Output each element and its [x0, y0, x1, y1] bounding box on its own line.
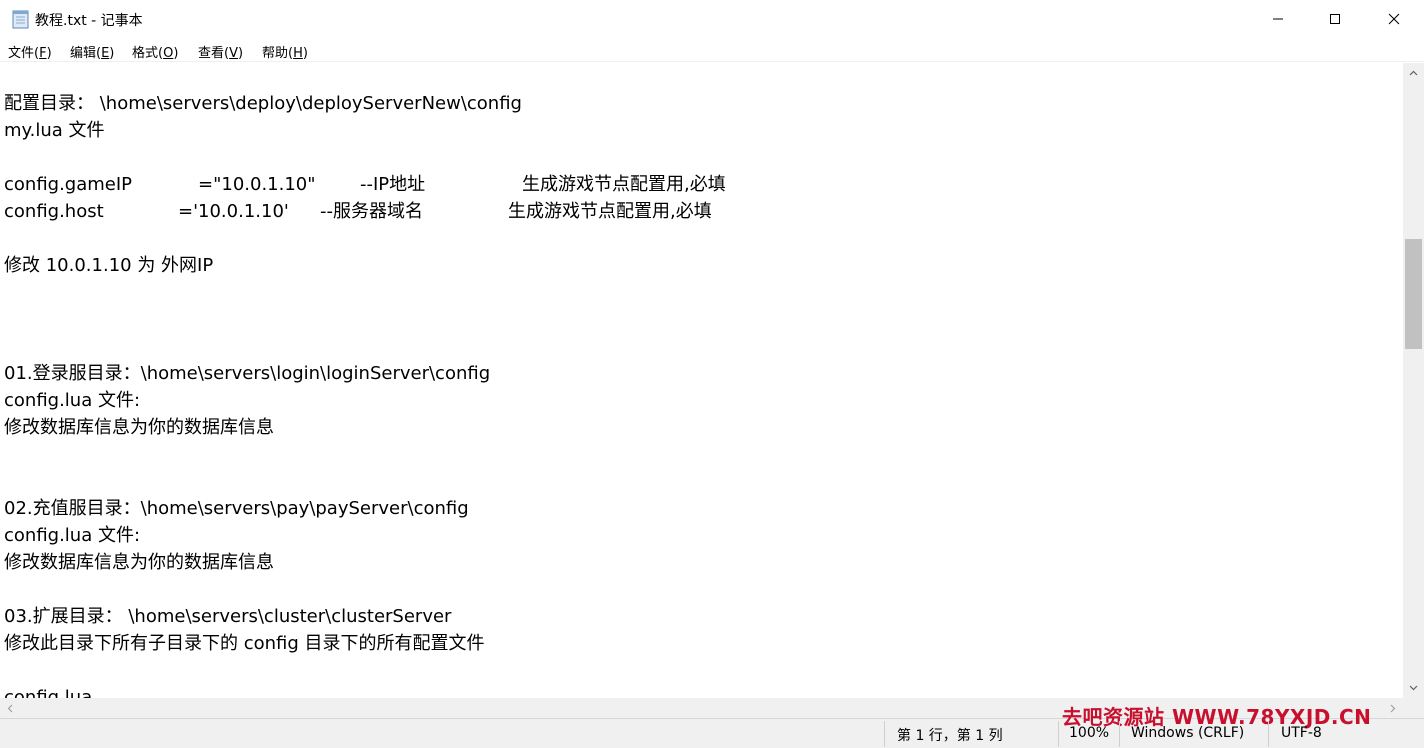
- menu-suffix: ): [109, 46, 115, 61]
- doc-line: 修改 10.0.1.10 为 外网IP: [4, 255, 214, 276]
- menu-accel: O: [163, 46, 174, 61]
- doc-text: ="10.0.1.10": [198, 174, 316, 195]
- doc-text: ='10.0.1.10': [178, 201, 289, 222]
- doc-line: 修改数据库信息为你的数据库信息: [4, 552, 274, 573]
- status-bar: 去吧资源站 WWW.78YXJD.CN 第 1 行，第 1 列 100% Win…: [0, 705, 1424, 748]
- doc-text: config.host: [4, 201, 104, 222]
- doc-line: my.lua 文件: [4, 120, 105, 141]
- scrollbar-corner: [1403, 698, 1424, 718]
- line-ending: Windows (CRLF): [1131, 725, 1245, 741]
- doc-text: 生成游戏节点配置用,必填: [508, 201, 712, 222]
- doc-line: config.lua 文件:: [4, 390, 141, 411]
- notepad-icon: [12, 9, 30, 29]
- menu-suffix: ): [302, 46, 308, 61]
- menu-edit[interactable]: 编辑(E): [70, 42, 114, 61]
- menu-label: 文件(: [8, 46, 40, 61]
- maximize-icon: [1330, 14, 1340, 24]
- encoding: UTF-8: [1281, 725, 1322, 741]
- menu-suffix: ): [237, 46, 244, 61]
- chevron-up-icon: [1409, 70, 1418, 76]
- scroll-down-button[interactable]: [1403, 678, 1424, 698]
- text-editor[interactable]: 配置目录： \home\servers\deploy\deployServerN…: [0, 63, 1403, 698]
- status-separator: [1058, 721, 1059, 747]
- close-icon: [1388, 13, 1400, 25]
- minimize-button[interactable]: [1249, 0, 1307, 38]
- chevron-left-icon: [7, 704, 13, 712]
- menu-label: 格式(: [132, 46, 164, 61]
- menu-view[interactable]: 查看(V): [198, 42, 243, 61]
- menu-bar: 文件(F) 编辑(E) 格式(O) 查看(V) 帮助(H): [0, 38, 1424, 62]
- close-button[interactable]: [1364, 0, 1424, 38]
- status-separator: [1119, 721, 1120, 747]
- doc-text: --服务器域名: [320, 201, 423, 222]
- menu-accel: H: [293, 46, 303, 61]
- menu-label: 帮助(: [262, 46, 294, 61]
- scroll-up-button[interactable]: [1403, 63, 1424, 83]
- doc-text: config.gameIP: [4, 174, 133, 195]
- menu-label: 查看(: [198, 46, 230, 61]
- doc-line: 配置目录： \home\servers\deploy\deployServerN…: [4, 93, 522, 114]
- doc-line-host: config.host ='10.0.1.10' --服务器域名 生成游戏节点配置用,…: [4, 198, 712, 225]
- menu-suffix: ): [46, 46, 52, 61]
- minimize-icon: [1273, 18, 1283, 20]
- maximize-button[interactable]: [1306, 0, 1364, 38]
- cursor-position: 第 1 行，第 1 列: [897, 728, 1003, 744]
- zoom-level: 100%: [1069, 725, 1110, 741]
- menu-suffix: ): [173, 46, 179, 61]
- menu-file[interactable]: 文件(F): [8, 42, 52, 61]
- doc-text: --IP地址: [360, 174, 426, 195]
- menu-label: 编辑(: [70, 46, 102, 61]
- scroll-left-button[interactable]: [0, 698, 20, 718]
- doc-line: 修改此目录下所有子目录下的 config 目录下的所有配置文件: [4, 633, 485, 654]
- doc-line-gameip: config.gameIP ="10.0.1.10" --IP地址 生成游戏节点配置用…: [4, 171, 726, 198]
- doc-line: 03.扩展目录： \home\servers\cluster\clusterSe…: [4, 606, 452, 627]
- status-separator: [884, 721, 885, 747]
- vertical-scroll-thumb[interactable]: [1405, 239, 1422, 349]
- doc-line: config.lua: [4, 687, 93, 698]
- scroll-right-button[interactable]: [1383, 698, 1403, 718]
- doc-line: 01.登录服目录：\home\servers\login\loginServer…: [4, 363, 491, 384]
- menu-accel: F: [39, 46, 47, 61]
- menu-help[interactable]: 帮助(H): [262, 42, 308, 61]
- doc-line: config.lua 文件:: [4, 525, 141, 546]
- menu-accel: V: [229, 46, 238, 61]
- vertical-scrollbar[interactable]: [1403, 63, 1424, 698]
- doc-text: 生成游戏节点配置用,必填: [522, 174, 726, 195]
- window-title: 教程.txt - 记事本: [35, 13, 143, 29]
- chevron-right-icon: [1390, 704, 1396, 712]
- chevron-down-icon: [1409, 685, 1418, 691]
- status-separator: [1268, 721, 1269, 747]
- menu-format[interactable]: 格式(O): [132, 42, 178, 61]
- doc-line: 02.充值服目录：\home\servers\pay\payServer\con…: [4, 498, 469, 519]
- doc-line: 修改数据库信息为你的数据库信息: [4, 417, 274, 438]
- title-bar[interactable]: 教程.txt - 记事本: [0, 0, 1424, 38]
